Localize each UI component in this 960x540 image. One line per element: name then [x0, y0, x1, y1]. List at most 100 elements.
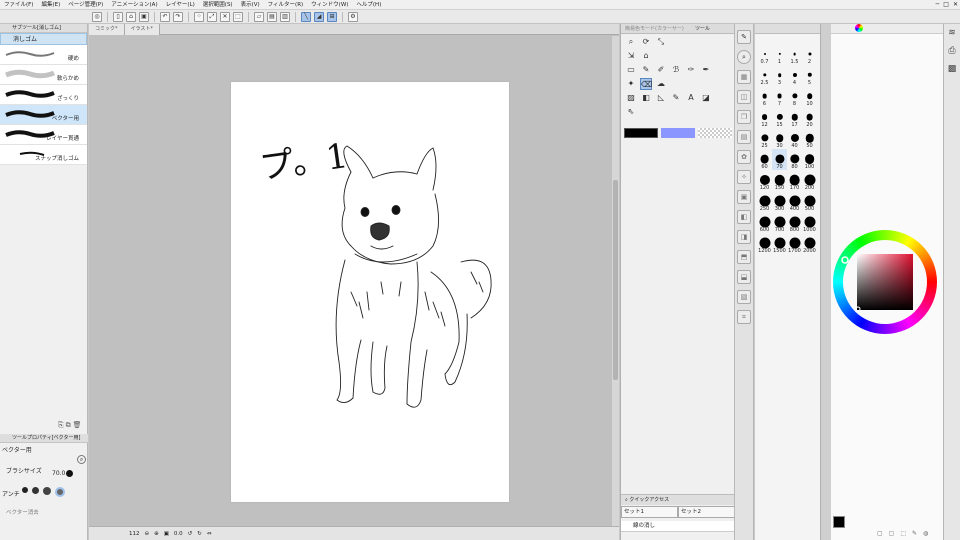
brush-size-option[interactable]: 100: [802, 149, 817, 170]
snap-special-ruler-icon[interactable]: ◢: [314, 11, 324, 22]
menu-filter[interactable]: フィルター(R): [264, 0, 308, 10]
menu-animation[interactable]: アニメーション(A): [107, 0, 161, 10]
brush-size-option[interactable]: 30: [772, 128, 787, 149]
close-button[interactable]: ✕: [953, 0, 958, 10]
undo-icon[interactable]: ↶: [160, 11, 170, 22]
eraser-tool-icon[interactable]: ⌫: [640, 78, 652, 90]
approx-color-icon[interactable]: ⬓: [737, 270, 751, 284]
brush-size-option[interactable]: 4: [787, 65, 802, 86]
move-tool-icon[interactable]: ⤡: [655, 36, 667, 48]
antialias-weak-icon[interactable]: [32, 487, 39, 494]
redo-icon[interactable]: ↷: [173, 11, 183, 22]
frame-tool-icon[interactable]: ✎: [670, 92, 682, 104]
new-file-icon[interactable]: ▯: [113, 11, 123, 22]
brush-size-option[interactable]: 2000: [802, 233, 817, 254]
crop-icon[interactable]: ▥: [280, 11, 290, 22]
brush-item-rough[interactable]: ざっくり: [0, 85, 87, 105]
brush-size-option[interactable]: 60: [757, 149, 772, 170]
color-wheel-icon[interactable]: ◍: [923, 530, 928, 537]
brush-size-option[interactable]: 170: [787, 170, 802, 191]
brush-size-option[interactable]: 25: [757, 128, 772, 149]
canvas-paper[interactable]: プ。1: [231, 82, 509, 502]
eyedropper-icon[interactable]: ✎: [912, 530, 917, 537]
brush-size-option[interactable]: 500: [802, 191, 817, 212]
brush-size-option[interactable]: 10: [802, 86, 817, 107]
brush-size-option[interactable]: 17: [787, 107, 802, 128]
layer-move-icon[interactable]: ⇲: [625, 50, 637, 62]
open-file-icon[interactable]: ⌂: [126, 11, 136, 22]
brush-size-option[interactable]: 250: [757, 191, 772, 212]
zoom-value[interactable]: 112: [129, 531, 140, 537]
minimize-button[interactable]: ─: [936, 0, 940, 10]
pen-tool-icon[interactable]: ✎: [640, 64, 652, 76]
quick-access-item[interactable]: 線の消し: [621, 521, 735, 532]
app-logo-icon[interactable]: ◎: [92, 11, 102, 22]
search-panel-icon[interactable]: ⌕: [737, 50, 751, 64]
trash-icon[interactable]: 🗑: [73, 421, 82, 430]
maximize-button[interactable]: □: [943, 0, 949, 10]
layer-search-icon[interactable]: ⌗: [737, 310, 751, 324]
menu-page[interactable]: ページ管理(P): [64, 0, 107, 10]
quick-access-label[interactable]: クイックアクセス: [629, 497, 669, 503]
hsv-icon[interactable]: ▢: [877, 530, 883, 537]
antialias-strong-icon[interactable]: [55, 487, 65, 497]
save-icon[interactable]: ▣: [139, 11, 149, 22]
search-icon[interactable]: ⌕: [77, 455, 86, 464]
color-set-icon[interactable]: ▧: [737, 290, 751, 304]
brush-item-vector[interactable]: ベクター用: [0, 105, 87, 125]
antialias-none-icon[interactable]: [22, 487, 28, 493]
layer-property-icon[interactable]: ❐: [737, 110, 751, 124]
antialias-mid-icon[interactable]: [43, 487, 51, 495]
color-history-icon[interactable]: ◨: [737, 230, 751, 244]
sub-tool-tab[interactable]: サブツール[消しゴム]: [0, 24, 87, 33]
fill-tool-icon[interactable]: ▨: [625, 92, 637, 104]
gradient-tool-icon[interactable]: ◧: [640, 92, 652, 104]
snap-grid-icon[interactable]: ⊞: [327, 11, 337, 22]
brush-size-option[interactable]: 600: [757, 212, 772, 233]
brush-size-option[interactable]: 70: [772, 149, 787, 170]
menu-file[interactable]: ファイル(F): [0, 0, 37, 10]
menu-help[interactable]: ヘルプ(H): [352, 0, 385, 10]
brush-item-snap[interactable]: スナップ消しゴム: [0, 145, 87, 165]
brush-size-option[interactable]: 700: [772, 212, 787, 233]
brush-size-option[interactable]: 150: [772, 170, 787, 191]
brush-size-option[interactable]: 1500: [772, 233, 787, 254]
copy-subtool-icon[interactable]: ⎘: [58, 421, 64, 430]
menu-edit[interactable]: 編集(E): [37, 0, 64, 10]
deselect-icon[interactable]: ✕: [220, 11, 230, 22]
rotate-tool-icon[interactable]: ⟳: [640, 36, 652, 48]
brush-item-hard[interactable]: 硬め: [0, 45, 87, 65]
brush-size-option[interactable]: 12: [757, 107, 772, 128]
sub-color-bar[interactable]: [661, 128, 695, 138]
invert-selection-icon[interactable]: ⬚: [233, 11, 243, 22]
color-wheel[interactable]: [833, 230, 937, 334]
rotate-right-icon[interactable]: ↻: [197, 531, 202, 537]
balloon-tool-icon[interactable]: ◪: [700, 92, 712, 104]
brush-size-option[interactable]: 40: [787, 128, 802, 149]
angle-value[interactable]: 0.0: [174, 531, 183, 537]
material-panel-icon[interactable]: ▦: [737, 70, 751, 84]
selection-tool-icon[interactable]: ▭: [625, 64, 637, 76]
brush-size-option[interactable]: 300: [772, 191, 787, 212]
select-area-icon[interactable]: ⁘: [194, 11, 204, 22]
zoom-in-icon[interactable]: ⊕: [154, 531, 159, 537]
navigator-panel-icon[interactable]: ◫: [737, 90, 751, 104]
transparent-icon[interactable]: ⬚: [900, 530, 906, 537]
transform-icon[interactable]: ⤢: [207, 11, 217, 22]
brush-size-option[interactable]: 400: [787, 191, 802, 212]
brush-size-option[interactable]: 1.5: [787, 44, 802, 65]
transparent-color-bar[interactable]: [698, 128, 732, 138]
color-set-tab[interactable]: 簡易色モード(カラーサー): [621, 24, 691, 33]
brush-size-value[interactable]: 70.0: [52, 470, 65, 477]
fill-icon[interactable]: ▤: [267, 11, 277, 22]
brush-size-option[interactable]: 1200: [757, 233, 772, 254]
brush-size-option[interactable]: 800: [787, 212, 802, 233]
brush-size-option[interactable]: 50: [802, 128, 817, 149]
item-bank-icon[interactable]: ✿: [737, 150, 751, 164]
menu-selection[interactable]: 選択範囲(S): [199, 0, 237, 10]
brush-size-option[interactable]: 1: [772, 44, 787, 65]
airbrush-tool-icon[interactable]: ✑: [685, 64, 697, 76]
correct-line-icon[interactable]: ⇖: [625, 106, 637, 118]
snap-ruler-icon[interactable]: ╲: [301, 11, 311, 22]
layer-panel-icon[interactable]: ≋: [946, 28, 958, 40]
